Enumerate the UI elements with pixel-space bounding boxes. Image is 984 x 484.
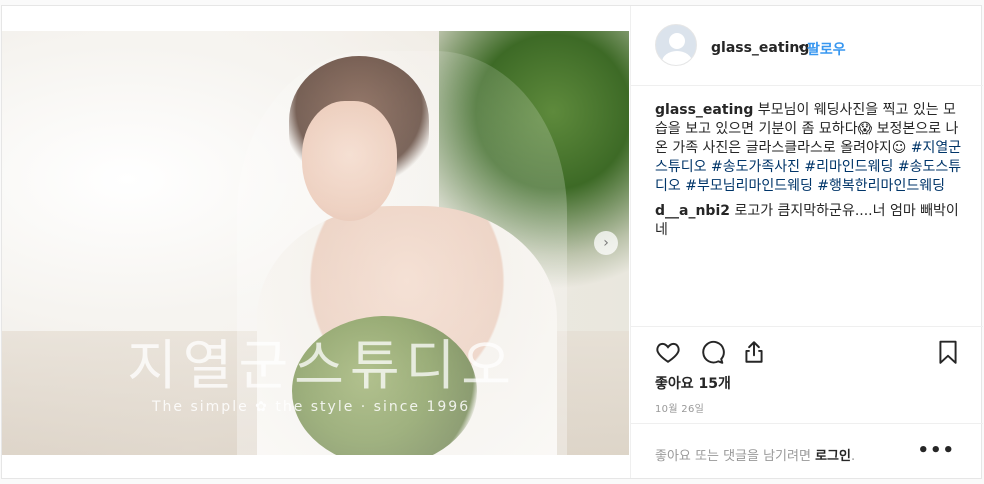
comment-item: d__a_nbi2 로고가 큼지막하군유....너 엄마 빼박이네 <box>655 202 963 240</box>
caption: glass_eating 부모님이 웨딩사진을 찍고 있는 모습을 보고 있으면… <box>655 101 963 196</box>
studio-watermark: 지열군스튜디오 <box>127 334 517 397</box>
post-card: 지열군스튜디오 The simple ✿ the style · since 1… <box>1 5 983 479</box>
header-separator: • <box>797 40 806 56</box>
header-username[interactable]: glass_eating <box>711 40 809 56</box>
post-photo[interactable]: 지열군스튜디오 The simple ✿ the style · since 1… <box>2 31 629 455</box>
comment-username[interactable]: d__a_nbi2 <box>655 203 730 219</box>
avatar[interactable] <box>655 24 697 66</box>
post-header: glass_eating • 팔로우 <box>631 6 983 86</box>
likes-count[interactable]: 좋아요 15개 <box>655 373 731 393</box>
more-options-icon[interactable]: ••• <box>917 440 955 461</box>
login-prompt: 좋아요 또는 댓글을 남기려면 로그인. <box>655 445 855 464</box>
comment-footer: 좋아요 또는 댓글을 남기려면 로그인. ••• <box>631 423 983 478</box>
login-link[interactable]: 로그인 <box>815 449 851 464</box>
follow-button[interactable]: 팔로우 <box>807 39 846 59</box>
comment-icon[interactable] <box>699 339 725 365</box>
login-prompt-period: . <box>850 449 856 464</box>
login-prompt-text: 좋아요 또는 댓글을 남기려면 <box>655 449 816 464</box>
caption-username[interactable]: glass_eating <box>655 102 753 118</box>
studio-watermark-tagline: The simple ✿ the style · since 1996 <box>152 399 471 415</box>
action-bar <box>631 326 983 376</box>
share-icon[interactable] <box>741 339 767 365</box>
comment-list: glass_eating 부모님이 웨딩사진을 찍고 있는 모습을 보고 있으면… <box>655 101 963 240</box>
post-sidebar: glass_eating • 팔로우 glass_eating 부모님이 웨딩사… <box>630 6 983 478</box>
heart-icon[interactable] <box>655 339 681 365</box>
post-date: 10월 26일 <box>655 404 705 415</box>
carousel-next-icon[interactable]: › <box>594 231 618 255</box>
bookmark-icon[interactable] <box>935 339 961 365</box>
